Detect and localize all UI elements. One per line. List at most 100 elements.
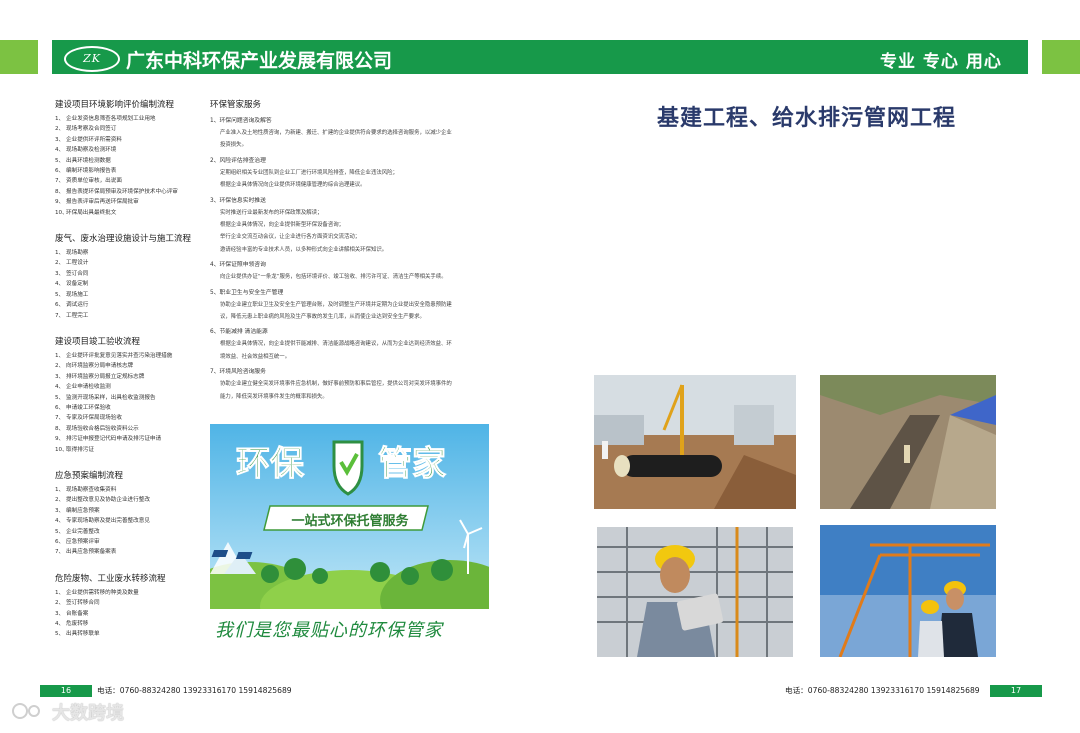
page-number-left: 16 [40, 685, 92, 697]
phone-left: 电话：0760-88324280 13923316170 15914825689 [97, 686, 292, 695]
process-section-title: 建设项目环境影响评价编制流程 [55, 100, 175, 110]
process-section: 应急预案编制流程 1、 现场勘察查收集资料 2、 提出整改意见及协助企业进行整改 3、 编制… [55, 469, 205, 558]
services-list: 1、环保问题咨询及解答产业准入及土地性质咨询，为新建、搬迁、扩建的企业提供符合要… [210, 116, 500, 403]
photo-engineers-cranes [820, 525, 996, 657]
step-number: 6、 [55, 404, 65, 411]
step-text: 报告表评审后再送环保局批审 [66, 199, 139, 206]
service-heading: 1、环保问题咨询及解答 [210, 116, 500, 127]
process-step: 9、 排污证申报登记代码申请及排污证申请 [55, 434, 205, 444]
step-number: 5、 [55, 394, 65, 401]
step-text: 设备定制 [66, 281, 89, 288]
step-text: 专家现场勘察及提出完善整改意见 [66, 518, 150, 525]
process-step: 1、 现场勘察查收集资料 [55, 485, 205, 495]
page-title: 基建工程、给水排污管网工程 [657, 106, 957, 131]
process-step: 5、 现场施工 [55, 290, 205, 300]
step-text: 编制应急预案 [66, 507, 100, 514]
process-step: 10、环保局出具最终批文 [55, 208, 205, 218]
photo-engineer-tablet [597, 527, 793, 657]
process-step: 2、 工程设计 [55, 258, 205, 268]
step-text: 现场勘察 [66, 250, 89, 257]
step-text: 编制环境影响报告表 [66, 168, 117, 175]
process-step: 1、 企业发资信息筛查各项规划工业用地 [55, 114, 205, 124]
company-name: 广东中科环保产业发展有限公司 [126, 50, 393, 72]
step-number: 2、 [55, 260, 65, 267]
step-text: 现场施工 [66, 291, 89, 298]
step-number: 6、 [55, 168, 65, 175]
service-description: 邀请经验丰富的专业技术人员，以多种形式向企业讲解相关环保知识。 [220, 246, 388, 253]
banner-title-left: 环保 [236, 444, 305, 485]
process-step: 6、 调试运行 [55, 300, 205, 310]
step-text: 报告表提环保局预审及环境保护技术中心评审 [66, 188, 178, 195]
step-text: 工程完工 [66, 312, 89, 319]
step-number: 3、 [55, 136, 65, 143]
service-number: 6、 [210, 329, 220, 336]
step-number: 4、 [55, 281, 65, 288]
step-number: 10、 [55, 209, 68, 216]
step-number: 3、 [55, 507, 65, 514]
process-step: 9、 报告表评审后再送环保局批审 [55, 197, 205, 207]
watermark-icon [12, 703, 40, 719]
step-text: 企业提供需转移的种类及数量 [66, 589, 139, 596]
process-step: 5、 出具转移联单 [55, 629, 205, 639]
eco-butler-banner: 环保 管家 一站式环保托管服务 [210, 424, 489, 609]
step-number: 9、 [55, 436, 65, 443]
service-description: 举行企业交流互动会议，让企业进行各方面资讯交流活动； [220, 234, 361, 241]
step-number: 4、 [55, 147, 65, 154]
step-text: 出具转移联单 [66, 631, 100, 638]
service-heading-text: 环保信息实时推送 [219, 197, 266, 204]
service-heading: 6、节能减排 清洁能源 [210, 327, 500, 338]
page-number-right: 17 [990, 685, 1042, 697]
step-text: 提出整改意见及协助企业进行整改 [66, 497, 150, 504]
process-step: 2、 向环境监察分局申请核志牌 [55, 361, 205, 371]
handwritten-slogan: 我们是您最贴心的环保管家 [215, 620, 443, 641]
step-text: 现场验收合格后验收资料公示 [66, 425, 139, 432]
step-number: 1、 [55, 486, 65, 493]
step-number: 5、 [55, 528, 65, 535]
step-number: 8、 [55, 188, 65, 195]
process-step: 4、 专家现场勘察及提出完善整改意见 [55, 516, 205, 526]
service-item: 2、风险评估排查治理 定期组织相关专业团队到企业工厂进行环境风险排查，降低企业违法… [210, 156, 500, 192]
step-text: 应急预案评审 [66, 539, 100, 545]
process-step: 8、 现场验收合格后验收资料公示 [55, 424, 205, 434]
step-number: 5、 [55, 157, 65, 164]
step-text: 监测开现场采样，出具检收监测报告 [66, 394, 156, 401]
service-heading-text: 环保问题咨询及解答 [219, 118, 272, 124]
process-step: 3、 排环境监察分局报立定规标志牌 [55, 372, 205, 382]
services-title: 环保管家服务 [210, 100, 262, 110]
phone-right: 电话：0760-88324280 13923316170 15914825689 [785, 686, 980, 695]
process-step: 3、 台账备案 [55, 609, 205, 619]
service-heading-text: 环境风险咨询服务 [219, 369, 266, 376]
step-text: 台账备案 [66, 610, 89, 617]
header-slogan: 专业 专心 用心 [880, 52, 1002, 72]
process-column: 建设项目环境影响评价编制流程 1、 企业发资信息筛查各项规划工业用地 2、 现场考察及合… [55, 98, 205, 654]
step-number: 9、 [55, 199, 65, 206]
process-step: 4、 现场勘察及检测环境 [55, 145, 205, 155]
company-logo: ZK [64, 46, 120, 72]
process-step: 7、 资质单位审核，出说面 [55, 176, 205, 186]
step-number: 8、 [55, 425, 65, 432]
process-step: 7、 专家及环保局现场验收 [55, 413, 205, 423]
process-step: 2、 提出整改意见及协助企业进行整改 [55, 495, 205, 505]
step-text: 企业申请检收监测 [66, 384, 111, 391]
service-number: 4、 [210, 262, 220, 269]
step-number: 4、 [55, 518, 65, 525]
process-step: 8、 报告表提环保局预审及环境保护技术中心评审 [55, 187, 205, 197]
step-text: 签订转移合同 [66, 600, 100, 607]
process-step: 4、 设备定制 [55, 279, 205, 289]
step-text: 签订合同 [66, 270, 89, 277]
step-text: 现场考察及合同签订 [66, 126, 117, 133]
process-step: 7、 工程完工 [55, 311, 205, 321]
step-number: 5、 [55, 291, 65, 298]
process-step: 6、 申请竣工环保验收 [55, 403, 205, 413]
service-number: 7、 [210, 369, 220, 376]
process-step: 1、 企业提供需转移的种类及数量 [55, 588, 205, 598]
service-heading-text: 环保证照申领咨询 [219, 262, 266, 269]
service-heading-text: 风险评估排查治理 [219, 157, 266, 164]
photo-pipe-laying [594, 375, 796, 509]
process-section: 建设项目竣工验收流程 1、 企业提环评批复意见落实并查污染治理措施 2、 向环境监察分局… [55, 335, 205, 455]
process-step: 3、 编制应急预案 [55, 506, 205, 516]
watermark-text: 大数跨境 [52, 703, 124, 724]
step-text: 企业发资信息筛查各项规划工业用地 [66, 116, 156, 122]
step-number: 2、 [55, 497, 65, 504]
service-description: 产业准入及土地性质咨询，为新建、搬迁、扩建的企业提供符合要求的选择咨询服务，以减… [220, 130, 452, 136]
